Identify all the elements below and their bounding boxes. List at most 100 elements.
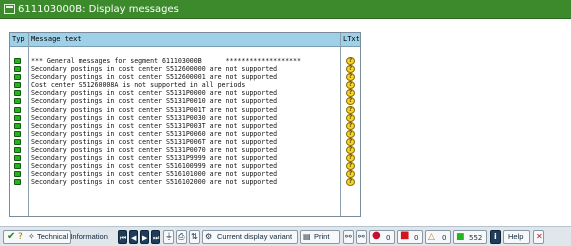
- message-row[interactable]: Secondary postings in cost center S5131P…: [10, 121, 360, 130]
- long-text-icon[interactable]: ?: [346, 129, 355, 138]
- printer-icon: ⎙: [178, 232, 185, 241]
- status-green-icon: [14, 74, 21, 81]
- grid-header: Typ Message text LTxt: [10, 33, 360, 47]
- long-text-icon[interactable]: ?: [346, 89, 355, 98]
- success-count: 552: [469, 234, 483, 242]
- filter-icon: ⏚: [165, 232, 173, 241]
- status-green-icon: [14, 171, 21, 178]
- help-label[interactable]: Help: [508, 232, 523, 241]
- message-row[interactable]: Secondary postings in cost center S5131P…: [10, 129, 360, 138]
- find-button[interactable]: ⚯: [343, 230, 354, 244]
- layout-icon: ⚙: [205, 232, 213, 241]
- message-row[interactable]: Secondary postings in cost center S5131P…: [10, 105, 360, 114]
- message-text: Secondary postings in cost center S51610…: [31, 170, 278, 179]
- column-header-ltxt[interactable]: LTxt: [343, 35, 360, 43]
- stop-counter[interactable]: ● 0: [369, 230, 395, 244]
- message-text: Secondary postings in cost center S5131P…: [31, 105, 278, 114]
- technical-info-icon[interactable]: ✧: [28, 233, 35, 241]
- message-row[interactable]: Cost center S51260008A is not supported …: [10, 81, 360, 90]
- long-text-icon[interactable]: ?: [346, 137, 355, 146]
- info-button[interactable]: i: [490, 230, 501, 244]
- long-text-icon[interactable]: ?: [346, 146, 355, 155]
- status-green-icon: [14, 155, 21, 162]
- long-text-icon[interactable]: ?: [346, 73, 355, 82]
- message-row[interactable]: Secondary postings in cost center S51260…: [10, 73, 360, 82]
- status-green-icon: [14, 98, 21, 105]
- long-text-icon[interactable]: ?: [346, 105, 355, 114]
- message-text: Secondary postings in cost center S5131P…: [31, 97, 278, 106]
- title-bar: 611103000B: Display messages: [0, 0, 571, 19]
- message-text: Secondary postings in cost center S5131P…: [31, 121, 278, 130]
- print-preview-button[interactable]: ⎙: [176, 230, 187, 244]
- status-green-icon: [14, 130, 21, 137]
- long-text-icon[interactable]: ?: [346, 162, 355, 171]
- status-green-icon: [14, 179, 21, 186]
- long-text-icon[interactable]: ?: [346, 113, 355, 122]
- long-text-icon[interactable]: ?: [346, 170, 355, 179]
- last-page-button[interactable]: ⏭: [151, 230, 160, 244]
- status-green-icon: [14, 82, 21, 89]
- message-text: Secondary postings in cost center S51260…: [31, 65, 278, 74]
- message-row[interactable]: Secondary postings in cost center S5131P…: [10, 154, 360, 163]
- success-icon: ■: [456, 232, 465, 242]
- warning-icon: △: [428, 232, 435, 242]
- check-icon[interactable]: ✔: [7, 232, 15, 242]
- error-icon: ■: [400, 230, 410, 241]
- binoculars-icon: ⚯: [345, 232, 352, 241]
- close-button[interactable]: ✕: [533, 230, 544, 244]
- long-text-icon[interactable]: ?: [346, 121, 355, 130]
- message-text: Secondary postings in cost center S5131P…: [31, 129, 278, 138]
- first-page-button[interactable]: ⏮: [118, 230, 127, 244]
- stop-count: 0: [386, 234, 391, 242]
- window-icon: [4, 4, 15, 14]
- long-text-icon[interactable]: ?: [346, 57, 355, 65]
- print-label[interactable]: Print: [314, 232, 329, 241]
- filter-button[interactable]: ⏚: [163, 230, 174, 244]
- column-header-message-text[interactable]: Message text: [31, 35, 82, 43]
- technical-information-button[interactable]: Technical Information: [37, 232, 108, 241]
- message-text: Cost center S51260008A is not supported …: [31, 81, 246, 90]
- status-green-icon: [14, 90, 21, 97]
- warning-counter[interactable]: △ 0: [425, 230, 451, 244]
- sort-button[interactable]: ⇅: [189, 230, 200, 244]
- next-page-button[interactable]: ▶: [140, 230, 149, 244]
- next-icon: ▶: [142, 234, 148, 242]
- close-icon: ✕: [536, 232, 543, 241]
- find-next-button[interactable]: ⚯: [356, 230, 367, 244]
- long-text-icon[interactable]: ?: [346, 178, 355, 187]
- status-green-icon: [14, 114, 21, 121]
- previous-page-button[interactable]: ◀: [129, 230, 138, 244]
- long-text-icon[interactable]: ?: [346, 65, 355, 74]
- info-icon: i: [494, 232, 497, 241]
- message-row[interactable]: Secondary postings in cost center S51260…: [10, 65, 360, 74]
- message-row[interactable]: Secondary postings in cost center S51610…: [10, 170, 360, 179]
- status-green-icon: [14, 138, 21, 145]
- message-text: Secondary postings in cost center S5131P…: [31, 146, 278, 155]
- message-text: *** General messages for segment 6111030…: [31, 57, 301, 65]
- long-text-icon[interactable]: ?: [346, 97, 355, 106]
- error-counter[interactable]: ■ 0: [397, 230, 423, 244]
- message-row[interactable]: Secondary postings in cost center S51610…: [10, 178, 360, 187]
- current-display-variant-label[interactable]: Current display variant: [217, 232, 292, 241]
- last-page-icon: ⏭: [153, 234, 160, 242]
- warning-count: 0: [442, 234, 447, 242]
- status-green-icon: [14, 147, 21, 154]
- message-row[interactable]: Secondary postings in cost center S5131P…: [10, 137, 360, 146]
- message-grid: Typ Message text LTxt *** General messag…: [9, 32, 361, 217]
- message-row[interactable]: Secondary postings in cost center S5131P…: [10, 113, 360, 122]
- message-row[interactable]: *** General messages for segment 6111030…: [10, 57, 360, 65]
- long-text-icon[interactable]: ?: [346, 154, 355, 163]
- long-text-icon[interactable]: ?: [346, 81, 355, 90]
- message-row[interactable]: Secondary postings in cost center S5131P…: [10, 97, 360, 106]
- help-circle-icon[interactable]: ?: [18, 233, 23, 242]
- message-row[interactable]: Secondary postings in cost center S51610…: [10, 162, 360, 171]
- status-green-icon: [14, 106, 21, 113]
- message-row[interactable]: Secondary postings in cost center S5131P…: [10, 146, 360, 155]
- success-counter[interactable]: ■ 552: [453, 230, 487, 244]
- message-row[interactable]: Secondary postings in cost center S5131P…: [10, 89, 360, 98]
- column-header-type[interactable]: Typ: [12, 35, 25, 43]
- status-green-icon: [14, 122, 21, 129]
- message-text: Secondary postings in cost center S5131P…: [31, 137, 278, 146]
- message-text: Secondary postings in cost center S51610…: [31, 178, 278, 187]
- message-rows: *** General messages for segment 6111030…: [10, 57, 360, 187]
